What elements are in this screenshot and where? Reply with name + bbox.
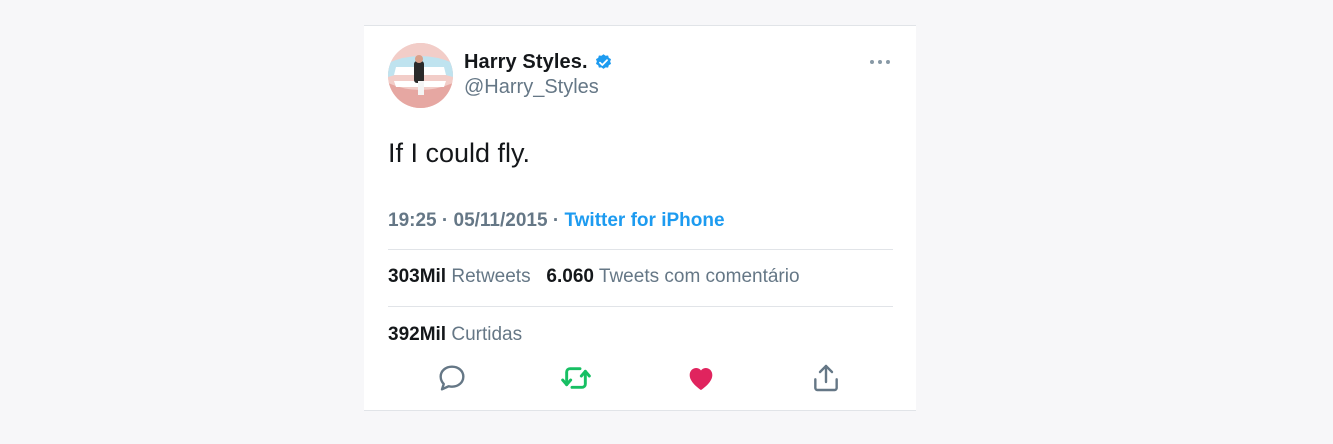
author-name-row: Harry Styles. xyxy=(464,51,613,74)
heart-icon[interactable] xyxy=(685,362,717,394)
retweets-label: Retweets xyxy=(451,266,531,287)
share-icon[interactable] xyxy=(810,362,842,394)
tweet-card: Harry Styles. @Harry_Styles If I could f… xyxy=(364,25,916,411)
retweet-icon[interactable] xyxy=(560,362,592,394)
quotes-stat[interactable]: 6.060 Tweets com comentário xyxy=(546,266,799,287)
avatar[interactable] xyxy=(388,43,453,108)
likes-stat[interactable]: 392Mil Curtidas xyxy=(388,324,522,345)
likes-label: Curtidas xyxy=(451,324,523,345)
likes-count: 392Mil xyxy=(388,324,447,345)
tweet-date[interactable]: 05/11/2015 xyxy=(454,210,548,231)
meta-separator: · xyxy=(552,210,560,231)
tweet-meta: 19:25 · 05/11/2015 · Twitter for iPhone xyxy=(388,210,725,232)
display-name[interactable]: Harry Styles. xyxy=(464,51,588,74)
retweet-stats: 303Mil Retweets 6.060 Tweets com comentá… xyxy=(388,266,800,288)
reply-icon[interactable] xyxy=(436,362,468,394)
meta-separator: · xyxy=(441,210,449,231)
divider xyxy=(388,306,893,307)
tweet-source-link[interactable]: Twitter for iPhone xyxy=(564,210,724,231)
action-bar xyxy=(388,362,893,398)
quotes-label: Tweets com comentário xyxy=(598,266,800,287)
handle[interactable]: @Harry_Styles xyxy=(464,76,599,99)
quotes-count: 6.060 xyxy=(546,266,594,287)
retweets-stat[interactable]: 303Mil Retweets xyxy=(388,266,531,287)
divider xyxy=(388,249,893,250)
retweets-count: 303Mil xyxy=(388,266,447,287)
likes-stats: 392Mil Curtidas xyxy=(388,324,522,346)
tweet-time[interactable]: 19:25 xyxy=(388,210,437,231)
tweet-text: If I could fly. xyxy=(388,138,531,168)
more-options-icon[interactable] xyxy=(868,54,892,70)
verified-badge-icon xyxy=(595,54,611,69)
